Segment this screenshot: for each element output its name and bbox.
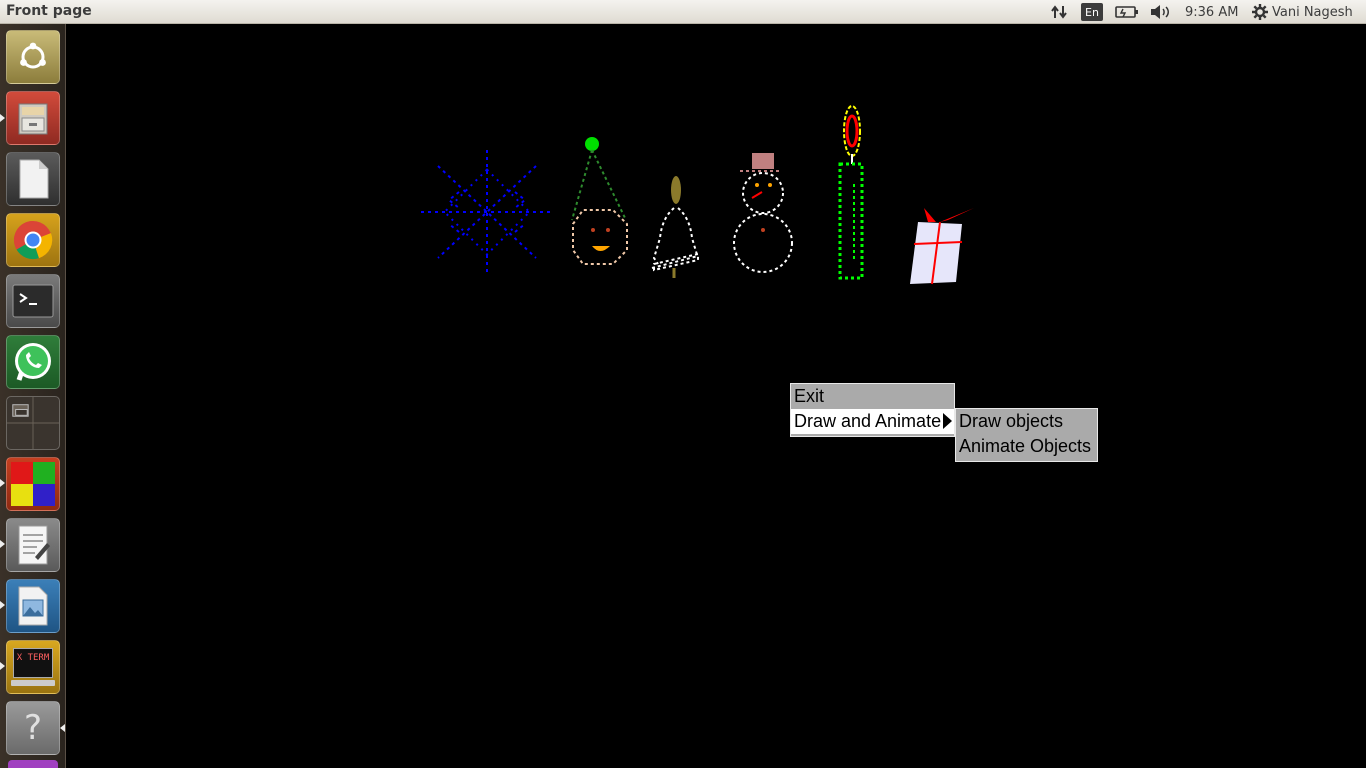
xterm-label: X TERM bbox=[13, 648, 53, 678]
chrome-icon[interactable] bbox=[6, 213, 60, 267]
menu-item-animate-objects[interactable]: Animate Objects bbox=[956, 434, 1097, 459]
running-indicator bbox=[0, 479, 5, 487]
color-cubes-icon[interactable] bbox=[6, 457, 60, 511]
gear-icon[interactable] bbox=[1251, 3, 1269, 21]
launcher: X TERM ? bbox=[0, 24, 66, 768]
context-menu: Exit Draw and Animate bbox=[790, 383, 955, 437]
files-icon[interactable] bbox=[6, 91, 60, 145]
launcher-partial-item[interactable] bbox=[8, 760, 58, 768]
libreoffice-icon[interactable] bbox=[6, 152, 60, 206]
menu-item-exit[interactable]: Exit bbox=[791, 384, 954, 409]
party-hat-face bbox=[571, 137, 628, 265]
bell bbox=[651, 176, 699, 278]
active-indicator bbox=[60, 724, 65, 732]
network-icon[interactable] bbox=[1050, 3, 1068, 21]
window-title: Front page bbox=[6, 3, 92, 19]
running-indicator bbox=[0, 114, 5, 122]
menu-item-label: Draw and Animate bbox=[794, 411, 942, 431]
ubuntu-dash-icon[interactable] bbox=[6, 30, 60, 84]
menu-item-draw-objects[interactable]: Draw objects bbox=[956, 409, 1097, 434]
submenu-arrow-icon bbox=[943, 413, 952, 429]
whatsapp-icon[interactable] bbox=[6, 335, 60, 389]
running-indicator bbox=[0, 540, 5, 548]
keyboard-icon bbox=[11, 680, 55, 686]
snowflake bbox=[421, 150, 551, 274]
help-icon[interactable]: ? bbox=[6, 701, 60, 755]
top-panel: Front page En 9:36 AM Vani Nagesh bbox=[0, 0, 1366, 24]
candle bbox=[838, 105, 864, 280]
running-indicator bbox=[0, 601, 5, 609]
volume-icon[interactable] bbox=[1149, 3, 1171, 21]
help-label: ? bbox=[23, 708, 43, 748]
battery-icon[interactable] bbox=[1115, 3, 1139, 21]
keyboard-layout-indicator[interactable]: En bbox=[1081, 3, 1103, 21]
image-viewer-icon[interactable] bbox=[6, 579, 60, 633]
xterm-icon[interactable]: X TERM bbox=[6, 640, 60, 694]
user-name[interactable]: Vani Nagesh bbox=[1272, 3, 1353, 21]
snowman bbox=[733, 153, 793, 273]
terminal-icon[interactable] bbox=[6, 274, 60, 328]
submenu: Draw objects Animate Objects bbox=[955, 408, 1098, 462]
gift-box bbox=[910, 208, 974, 285]
text-editor-icon[interactable] bbox=[6, 518, 60, 572]
workspace-switcher-icon[interactable] bbox=[6, 396, 60, 450]
running-indicator bbox=[0, 662, 5, 670]
menu-item-draw-and-animate[interactable]: Draw and Animate bbox=[791, 409, 954, 434]
clock[interactable]: 9:36 AM bbox=[1185, 3, 1238, 21]
drawing-canvas[interactable]: Exit Draw and Animate Draw objects Anima… bbox=[66, 24, 1366, 768]
